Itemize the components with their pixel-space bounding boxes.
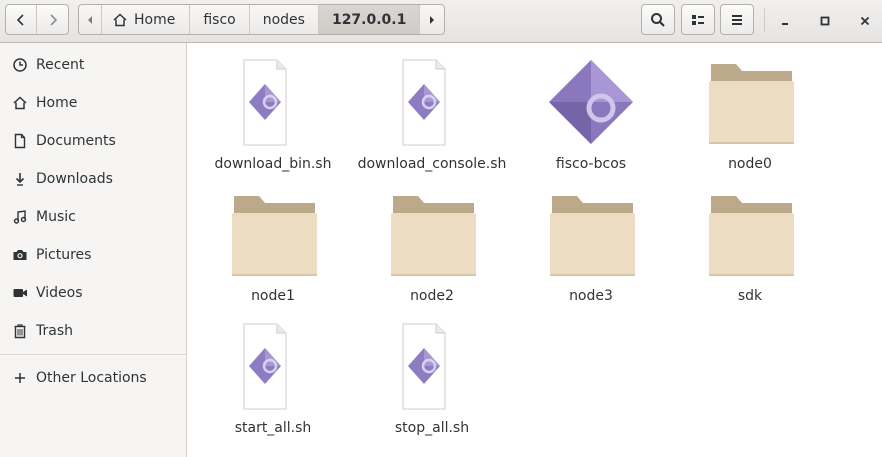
file-name: sdk — [737, 288, 763, 304]
file-manager-window: Home fisco nodes 127.0.0.1 Recent Home D… — [0, 0, 882, 457]
file-name: download_console.sh — [357, 156, 507, 172]
back-button[interactable] — [5, 4, 37, 35]
folder-icon — [702, 56, 798, 152]
file-item-stop-all[interactable]: stop_all.sh — [352, 320, 512, 436]
sidebar-item-music[interactable]: Music — [0, 200, 186, 234]
home-icon — [12, 95, 28, 111]
video-icon — [12, 285, 28, 301]
close-icon — [860, 16, 870, 26]
sidebar-item-home[interactable]: Home — [0, 86, 186, 120]
sidebar-item-pictures[interactable]: Pictures — [0, 238, 186, 272]
breadcrumb-home[interactable]: Home — [101, 5, 189, 34]
breadcrumb-fisco[interactable]: fisco — [189, 5, 248, 34]
file-name: fisco-bcos — [555, 156, 627, 172]
maximize-icon — [820, 16, 830, 26]
sidebar-item-documents[interactable]: Documents — [0, 124, 186, 158]
script-file-icon — [225, 56, 321, 152]
breadcrumb-home-label: Home — [134, 11, 176, 28]
folder-icon — [543, 188, 639, 284]
file-item-start-all[interactable]: start_all.sh — [193, 320, 353, 436]
download-icon — [12, 171, 28, 187]
music-icon — [12, 209, 28, 225]
maximize-button[interactable] — [814, 10, 836, 32]
sidebar-item-label: Documents — [36, 133, 116, 149]
folder-icon — [225, 188, 321, 284]
sidebar-item-label: Downloads — [36, 171, 113, 187]
view-toggle-button[interactable] — [681, 4, 715, 35]
clock-icon — [12, 57, 28, 73]
folder-icon — [384, 188, 480, 284]
folder-icon — [702, 188, 798, 284]
folder-item-sdk[interactable]: sdk — [670, 188, 830, 304]
camera-icon — [12, 247, 28, 263]
file-item-fisco-bcos[interactable]: fisco-bcos — [511, 56, 671, 172]
chevron-left-icon — [16, 13, 24, 26]
plus-icon — [12, 370, 28, 386]
file-name: node3 — [569, 288, 613, 304]
trash-icon — [12, 323, 28, 339]
search-button[interactable] — [641, 4, 675, 35]
file-name: download_bin.sh — [214, 156, 332, 172]
sidebar-item-label: Home — [36, 95, 78, 111]
search-icon — [651, 12, 665, 27]
sidebar-divider — [0, 354, 186, 355]
breadcrumb-nodes[interactable]: nodes — [248, 5, 318, 34]
breadcrumb-current[interactable]: 127.0.0.1 — [317, 5, 420, 34]
sidebar-item-label: Music — [36, 209, 76, 225]
header-separator — [764, 8, 765, 32]
sidebar-item-videos[interactable]: Videos — [0, 276, 186, 310]
folder-item-node1[interactable]: node1 — [193, 188, 353, 304]
file-name: stop_all.sh — [394, 420, 470, 436]
breadcrumb-scroll-left[interactable] — [79, 5, 101, 34]
executable-icon — [543, 56, 639, 152]
folder-item-node3[interactable]: node3 — [511, 188, 671, 304]
chevron-right-icon — [49, 13, 57, 26]
file-item-download-console[interactable]: download_console.sh — [352, 56, 512, 172]
list-view-icon — [692, 14, 704, 25]
sidebar-item-other-locations[interactable]: Other Locations — [0, 361, 186, 395]
triangle-left-icon — [88, 15, 92, 24]
document-icon — [12, 133, 28, 149]
sidebar-item-label: Videos — [36, 285, 83, 301]
minimize-button[interactable] — [774, 10, 796, 32]
sidebar-item-downloads[interactable]: Downloads — [0, 162, 186, 196]
hamburger-icon — [732, 14, 742, 25]
sidebar-item-recent[interactable]: Recent — [0, 48, 186, 82]
breadcrumb: Home fisco nodes 127.0.0.1 — [78, 4, 446, 35]
script-file-icon — [225, 320, 321, 416]
file-item-download-bin[interactable]: download_bin.sh — [193, 56, 353, 172]
header-bar: Home fisco nodes 127.0.0.1 — [0, 0, 882, 43]
script-file-icon — [384, 56, 480, 152]
sidebar-item-label: Trash — [36, 323, 73, 339]
file-name: start_all.sh — [234, 420, 312, 436]
minimize-icon — [782, 23, 788, 25]
sidebar-item-label: Other Locations — [36, 370, 147, 386]
triangle-right-icon — [430, 15, 435, 24]
menu-button[interactable] — [720, 4, 754, 35]
sidebar: Recent Home Documents Downloads Music Pi… — [0, 43, 187, 457]
close-button[interactable] — [854, 10, 876, 32]
file-grid: download_bin.sh download_console.sh fisc… — [188, 44, 882, 457]
file-name: node0 — [728, 156, 772, 172]
forward-button[interactable] — [36, 4, 69, 35]
folder-item-node0[interactable]: node0 — [670, 56, 830, 172]
file-name: node2 — [410, 288, 454, 304]
file-name: node1 — [251, 288, 295, 304]
folder-item-node2[interactable]: node2 — [352, 188, 512, 304]
sidebar-item-label: Pictures — [36, 247, 92, 263]
sidebar-item-label: Recent — [36, 57, 85, 73]
sidebar-item-trash[interactable]: Trash — [0, 314, 186, 348]
home-icon — [112, 12, 128, 28]
breadcrumb-scroll-right[interactable] — [419, 5, 444, 34]
script-file-icon — [384, 320, 480, 416]
